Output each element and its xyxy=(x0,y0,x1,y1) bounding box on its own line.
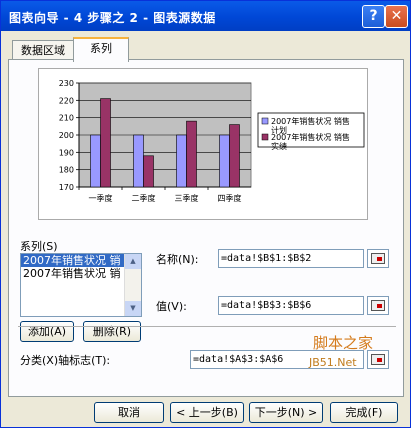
collapse-dialog-icon xyxy=(371,300,385,311)
bar xyxy=(229,124,240,188)
values-label: 值(V): xyxy=(156,300,187,313)
series-list-label: 系列(S) xyxy=(20,240,58,253)
series-list-item[interactable]: 2007年销售状况 销 xyxy=(21,254,141,267)
bar xyxy=(100,98,111,188)
bar xyxy=(133,134,144,188)
chart-preview: 170 180 190 200 210 220 230 一季度 二季度 三季度 四季度 2007年销售… xyxy=(38,68,368,220)
y-tick-label: 220 xyxy=(59,96,74,105)
title-bar: 图表向导 - 4 步骤之 2 - 图表源数据 ? ✕ xyxy=(1,1,410,31)
legend-label: 2007年销售状况 销售 xyxy=(271,116,350,126)
chart-svg: 170 180 190 200 210 220 230 一季度 二季度 三季度 四季度 2007年销售… xyxy=(59,79,365,203)
delete-series-button[interactable]: 删除(R) xyxy=(83,321,141,342)
scroll-down-icon[interactable]: ▼ xyxy=(125,301,141,316)
legend-swatch xyxy=(261,117,269,125)
bar xyxy=(143,155,154,188)
tab-series[interactable]: 系列 xyxy=(73,37,129,62)
legend-label: 实绩 xyxy=(271,141,287,151)
separator xyxy=(18,326,396,327)
collapse-dialog-icon xyxy=(371,354,385,365)
y-tick-label: 200 xyxy=(59,131,74,140)
x-tick-label: 四季度 xyxy=(218,193,242,203)
x-tick-label: 三季度 xyxy=(175,193,199,203)
name-range-picker[interactable] xyxy=(367,249,389,268)
help-button[interactable]: ? xyxy=(362,5,385,28)
y-tick-label: 190 xyxy=(59,148,74,157)
series-listbox[interactable]: 2007年销售状况 销 2007年销售状况 销 ▲ ▼ xyxy=(20,253,142,317)
x-tick-label: 二季度 xyxy=(132,193,156,203)
watermark-logo: 脚本之家 xyxy=(313,334,374,352)
values-input[interactable]: =data!$B$3:$B$6 xyxy=(218,296,364,315)
watermark-url: JB51.Net xyxy=(309,356,357,369)
window-title: 图表向导 - 4 步骤之 2 - 图表源数据 xyxy=(9,11,216,25)
bar xyxy=(186,120,197,188)
back-button[interactable]: < 上一步(B) xyxy=(170,402,244,423)
close-button[interactable]: ✕ xyxy=(385,5,408,28)
bar xyxy=(90,134,101,188)
listbox-scrollbar[interactable]: ▲ ▼ xyxy=(124,254,141,316)
bar xyxy=(219,134,230,188)
y-tick-label: 170 xyxy=(59,183,74,192)
scroll-up-icon[interactable]: ▲ xyxy=(125,254,141,269)
y-tick-label: 230 xyxy=(59,79,74,88)
collapse-dialog-icon xyxy=(371,253,385,264)
y-tick-label: 210 xyxy=(59,114,74,123)
next-button[interactable]: 下一步(N) > xyxy=(249,402,323,423)
bar xyxy=(176,134,187,188)
add-series-button[interactable]: 添加(A) xyxy=(20,321,74,342)
tab-panel: 170 180 190 200 210 220 230 一季度 二季度 三季度 四季度 2007年销售… xyxy=(8,59,404,397)
name-label: 名称(N): xyxy=(156,253,199,266)
legend-label: 2007年销售状况 销售 xyxy=(271,132,350,142)
series-list-item[interactable]: 2007年销售状况 销 xyxy=(21,267,141,280)
cancel-button[interactable]: 取消 xyxy=(94,402,164,423)
y-tick-label: 180 xyxy=(59,166,74,175)
name-input[interactable]: =data!$B$1:$B$2 xyxy=(218,249,364,268)
chart-wizard-dialog: 图表向导 - 4 步骤之 2 - 图表源数据 ? ✕ 数据区域 系列 170 18… xyxy=(0,0,411,428)
x-tick-label: 一季度 xyxy=(89,193,113,203)
category-axis-label: 分类(X)轴标志(T): xyxy=(20,354,111,367)
tab-data-range[interactable]: 数据区域 xyxy=(12,40,74,61)
legend-swatch xyxy=(261,133,269,141)
values-range-picker[interactable] xyxy=(367,296,389,315)
finish-button[interactable]: 完成(F) xyxy=(330,402,398,423)
